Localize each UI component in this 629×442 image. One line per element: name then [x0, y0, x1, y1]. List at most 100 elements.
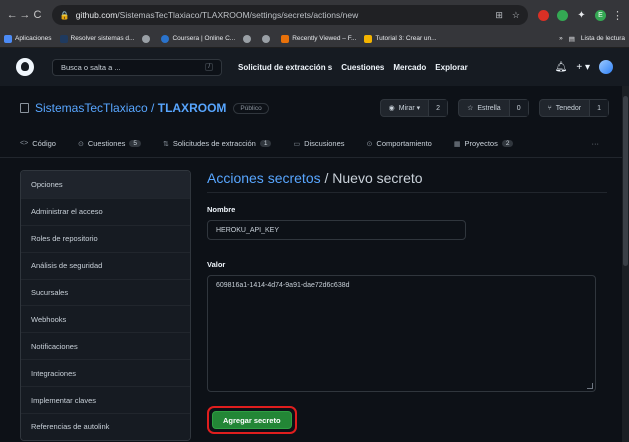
visibility-badge: Público [233, 102, 269, 114]
secret-name-field[interactable]: HEROKU_API_KEY [207, 220, 466, 240]
github-header: Busca o salta a ... / Solicitud de extra… [0, 48, 629, 86]
tab-label: Cuestiones [87, 139, 126, 148]
discussion-icon: ▭ [293, 140, 301, 148]
bookmark-item[interactable]: Coursera | Online C... [161, 34, 235, 43]
github-logo-icon[interactable] [16, 58, 34, 76]
tab-projects[interactable]: ▦ Proyectos 2 [454, 139, 514, 148]
reload-icon[interactable]: C [31, 9, 44, 21]
reading-list-button[interactable]: Lista de lectura [581, 35, 625, 42]
bookmark-favicon [281, 34, 290, 43]
sidebar-item-security-analysis[interactable]: Análisis de seguridad [21, 251, 190, 279]
tab-code[interactable]: <> Código [20, 139, 56, 148]
tab-pull-requests[interactable]: ⇅ Solicitudes de extracción 1 [163, 139, 272, 148]
pull-request-icon: ⇅ [163, 140, 169, 148]
extension-icon[interactable] [537, 9, 549, 21]
sidebar-item-integrations[interactable]: Integraciones [21, 359, 190, 387]
tab-label: Código [32, 139, 56, 148]
sidebar-item-repository-roles[interactable]: Roles de repositorio [21, 224, 190, 252]
sidebar-item-deploy-keys[interactable]: Implementar claves [21, 386, 190, 414]
browser-toolbar: ← → C 🔒 github.com/SistemasTecTlaxiaco/T… [0, 0, 629, 30]
nav-pull-requests[interactable]: Solicitud de extracción s [238, 63, 332, 72]
repo-tabs: <> Código ⊙ Cuestiones 5 ⇅ Solicitudes de ex… [0, 130, 629, 158]
extension-icon[interactable] [556, 9, 568, 21]
secret-value-field[interactable]: 609816a1-1414-4d74-9a91-dae72d6c638d [207, 275, 596, 392]
more-tabs-button[interactable]: ··· [592, 139, 600, 148]
star-label: Estrella [477, 104, 501, 112]
bookmark-item[interactable] [262, 34, 273, 43]
watch-button[interactable]: ◉ Mirar ▾ 2 [379, 99, 449, 117]
bookmark-item[interactable]: Tutorial 3: Crear un... [364, 34, 437, 43]
repo-owner-link[interactable]: SistemasTecTlaxiaco [35, 101, 148, 115]
kebab-menu-icon[interactable]: ⋮ [612, 9, 623, 22]
nav-marketplace[interactable]: Mercado [393, 63, 426, 72]
search-shortcut-key: / [205, 63, 213, 71]
tab-counter: 2 [501, 140, 514, 147]
star-button[interactable]: ☆ Estrella 0 [458, 99, 529, 117]
value-label: Valor [207, 260, 226, 269]
bookmark-item[interactable]: Recently Viewed – F... [281, 34, 356, 43]
sidebar-item-autolink-references[interactable]: Referencias de autolink [21, 413, 190, 440]
sidebar-item-branches[interactable]: Sucursales [21, 278, 190, 306]
watch-label: Mirar ▾ [398, 105, 421, 112]
coursera-icon [161, 34, 170, 43]
notifications-bell-icon[interactable]: 🔔︎ [555, 62, 568, 73]
fork-count[interactable]: 1 [589, 100, 608, 116]
profile-avatar[interactable]: E [594, 9, 606, 21]
search-placeholder: Busca o salta a ... [61, 62, 121, 72]
bookmark-favicon [59, 34, 68, 43]
globe-icon [142, 34, 151, 43]
tab-label: Proyectos [464, 139, 498, 148]
bookmark-favicon [364, 34, 373, 43]
forward-arrow-icon[interactable]: → [19, 9, 32, 21]
tab-actions[interactable]: ⊙ Comportamiento [367, 139, 432, 148]
scrollbar-thumb[interactable] [623, 96, 628, 266]
bookmark-item[interactable]: Resolver sistemas d... [59, 34, 134, 43]
reading-list-icon: ▤ [568, 35, 575, 43]
star-count[interactable]: 0 [508, 100, 528, 116]
tab-label: Comportamiento [376, 139, 432, 148]
repo-header: SistemasTecTlaxiaco / TLAXROOM Público ◉… [0, 86, 629, 130]
nav-explore[interactable]: Explorar [435, 63, 467, 72]
back-arrow-icon[interactable]: ← [6, 9, 19, 21]
name-label: Nombre [207, 205, 236, 214]
title-current: Nuevo secreto [332, 170, 423, 186]
bookmark-star-icon[interactable]: ☆ [512, 10, 520, 21]
sidebar-item-options[interactable]: Opciones [21, 171, 190, 198]
tab-discussions[interactable]: ▭ Discusiones [293, 139, 344, 148]
watch-count[interactable]: 2 [428, 100, 448, 116]
url-path: /SistemasTecTlaxiaco/TLAXROOM/settings/s… [117, 10, 359, 20]
resize-handle-icon[interactable] [587, 383, 593, 389]
page-title: Acciones secretos / Nuevo secreto [207, 170, 607, 193]
create-new-dropdown[interactable]: + ▾ [576, 62, 590, 73]
play-icon: ⊙ [366, 140, 373, 148]
sidebar-item-manage-access[interactable]: Administrar el acceso [21, 197, 190, 225]
new-secret-form: Acciones secretos / Nuevo secreto Nombre… [207, 170, 607, 434]
globe-icon [243, 34, 252, 43]
add-secret-button[interactable]: Agregar secreto [212, 411, 292, 429]
page-scrollbar[interactable] [622, 86, 629, 442]
nav-issues[interactable]: Cuestiones [341, 63, 384, 72]
fork-button[interactable]: ⑂ Tenedor 1 [538, 99, 609, 117]
bookmark-item[interactable] [142, 34, 153, 43]
sidebar-item-notifications[interactable]: Notificaciones [21, 332, 190, 360]
sidebar-item-webhooks[interactable]: Webhooks [21, 305, 190, 333]
puzzle-icon[interactable]: ✦ [576, 10, 587, 21]
settings-sidebar: Opciones Administrar el acceso Roles de … [20, 170, 191, 441]
bookmark-item[interactable] [243, 34, 254, 43]
translate-icon[interactable]: ⊞ [495, 10, 503, 21]
bookmark-item[interactable]: Aplicaciones [4, 34, 52, 43]
actions-secrets-link[interactable]: Acciones secretos [207, 170, 321, 186]
tab-issues[interactable]: ⊙ Cuestiones 5 [78, 139, 141, 148]
more-bookmarks-button[interactable]: » [559, 35, 563, 42]
issue-icon: ⊙ [77, 140, 84, 148]
repo-name-link[interactable]: TLAXROOM [158, 101, 227, 115]
code-icon: <> [20, 140, 29, 147]
search-input[interactable]: Busca o salta a ... / [52, 58, 222, 76]
lock-icon: 🔒 [59, 10, 70, 20]
tab-label: Solicitudes de extracción [172, 139, 256, 148]
user-avatar[interactable] [599, 60, 613, 74]
url-host: github.com [75, 10, 118, 20]
apps-icon [4, 34, 12, 43]
address-bar[interactable]: 🔒 github.com/SistemasTecTlaxiaco/TLAXROO… [51, 5, 528, 25]
repo-title: SistemasTecTlaxiaco / TLAXROOM [35, 101, 226, 115]
